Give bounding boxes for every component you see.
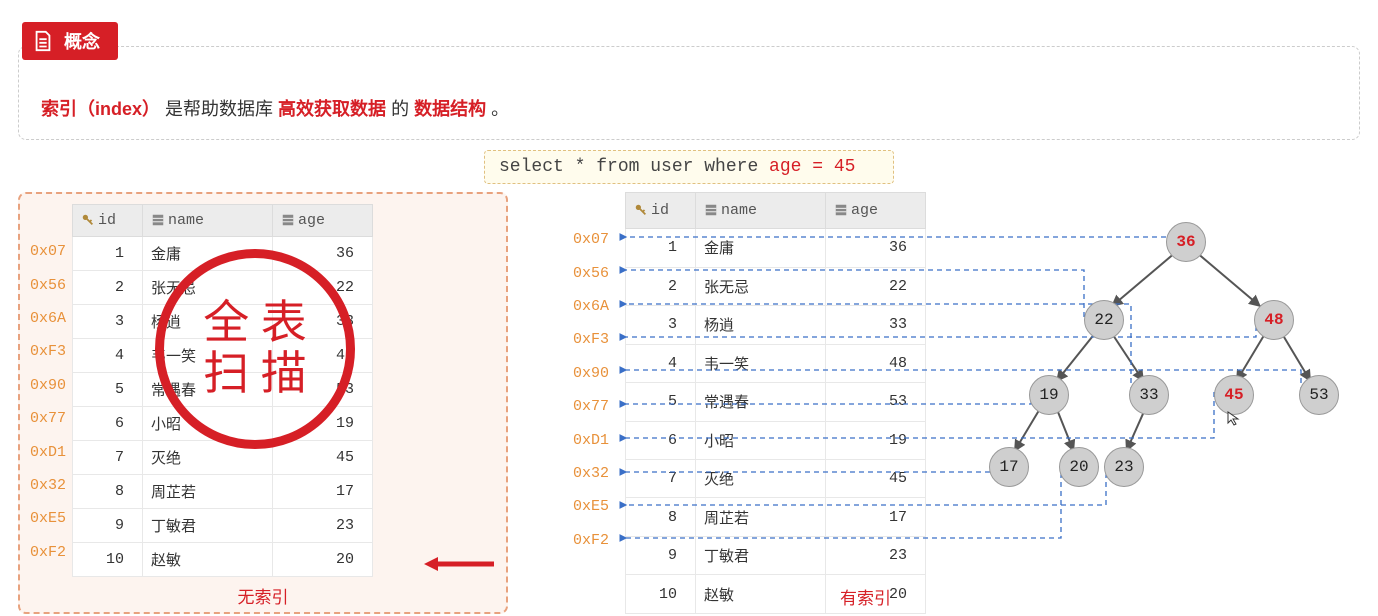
tree-node-17: 17: [989, 447, 1029, 487]
tree-node-19: 19: [1029, 375, 1069, 415]
concept-text: 索引（index） 是帮助数据库 高效获取数据 的 数据结构 。: [41, 95, 1337, 121]
table-row: 1金庸36: [626, 229, 926, 267]
tree-node-23: 23: [1104, 447, 1144, 487]
sql-query: select * from user where age = 45: [484, 150, 894, 184]
tree-node-53: 53: [1299, 375, 1339, 415]
table-row: 3杨逍33: [626, 306, 926, 344]
table-row: 1金庸36: [73, 237, 373, 271]
address-column-left: 0x07 0x56 0x6A 0xF3 0x90 0x77 0xD1 0x32 …: [30, 235, 72, 577]
bst-tree: 36 22 48 19 33 45 53 17 20 23: [946, 192, 1336, 562]
tree-node-20: 20: [1059, 447, 1099, 487]
concept-badge-label: 概念: [64, 28, 100, 54]
table-row: 10赵敏20: [73, 543, 373, 577]
with-index-panel: 0x07 0x56 0x6A 0xF3 0x90 0x77 0xD1 0x32 …: [573, 192, 1336, 614]
column-icon: [281, 213, 295, 227]
address-column-right: 0x07 0x56 0x6A 0xF3 0x90 0x77 0xD1 0x32 …: [573, 223, 615, 614]
table-row: 4韦一笑48: [626, 344, 926, 382]
table-row: 5常遇春53: [626, 383, 926, 421]
scan-arrow-icon: [424, 554, 494, 574]
concept-badge: 概念: [22, 22, 118, 60]
no-index-label: 无索引: [30, 583, 496, 608]
column-icon: [151, 213, 165, 227]
document-icon: [32, 29, 54, 53]
key-icon: [634, 203, 648, 217]
key-icon: [81, 213, 95, 227]
data-table-right: id name age 1金庸36 2张无忌22 3杨逍33 4韦一笑48 5常…: [625, 192, 926, 614]
data-table-left: id name age 1金庸36 2张无忌22 3杨逍33 4韦一笑48 5常…: [72, 204, 373, 577]
column-icon: [704, 203, 718, 217]
table-row: 5常遇春53: [73, 373, 373, 407]
table-row: 6小昭19: [626, 421, 926, 459]
tree-node-45: 45: [1214, 375, 1254, 415]
column-icon: [834, 203, 848, 217]
table-row: 8周芷若17: [73, 475, 373, 509]
tree-node-36: 36: [1166, 222, 1206, 262]
kw-index-en: （index）: [77, 99, 160, 119]
table-row: 9丁敏君23: [626, 536, 926, 574]
table-row: 6小昭19: [73, 407, 373, 441]
tree-node-33: 33: [1129, 375, 1169, 415]
table-row: 7灭绝45: [626, 460, 926, 498]
no-index-panel: 0x07 0x56 0x6A 0xF3 0x90 0x77 0xD1 0x32 …: [18, 192, 508, 614]
tree-node-48: 48: [1254, 300, 1294, 340]
table-row: 3杨逍33: [73, 305, 373, 339]
table-row: 4韦一笑48: [73, 339, 373, 373]
cursor-icon: [1226, 410, 1242, 426]
table-row: 2张无忌22: [626, 267, 926, 305]
tree-node-22: 22: [1084, 300, 1124, 340]
kw-datastructure: 数据结构: [414, 99, 486, 119]
table-row: 2张无忌22: [73, 271, 373, 305]
with-index-label: 有索引: [840, 584, 891, 609]
kw-efficient: 高效获取数据: [278, 99, 386, 119]
concept-box: 索引（index） 是帮助数据库 高效获取数据 的 数据结构 。: [18, 46, 1360, 140]
table-row: 7灭绝45: [73, 441, 373, 475]
kw-index: 索引: [41, 99, 77, 119]
table-row: 8周芷若17: [626, 498, 926, 536]
table-row: 9丁敏君23: [73, 509, 373, 543]
